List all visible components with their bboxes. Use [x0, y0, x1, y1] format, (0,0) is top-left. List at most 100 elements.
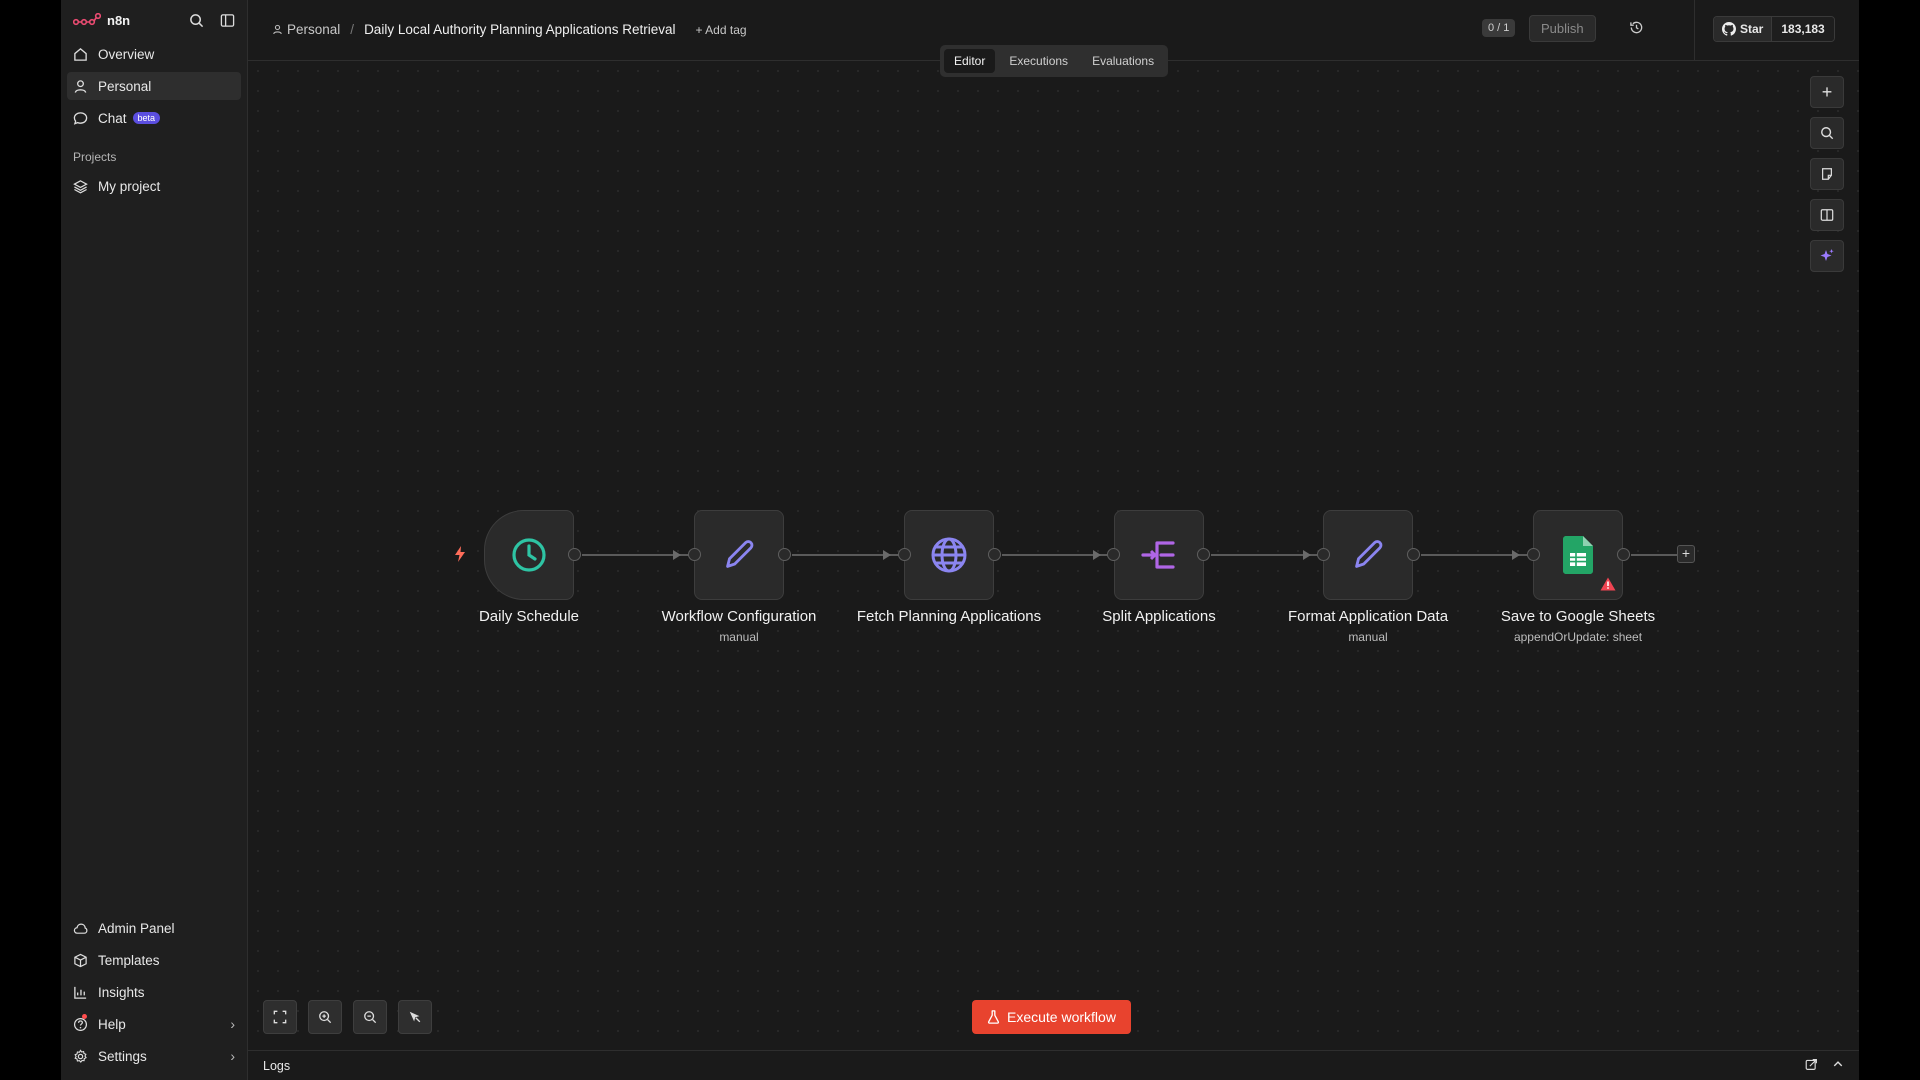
sidebar-item-help[interactable]: Help ›: [67, 1010, 241, 1038]
node-output-handle[interactable]: [568, 548, 581, 561]
sidebar-item-settings[interactable]: Settings ›: [67, 1042, 241, 1070]
sticky-note-button[interactable]: [1810, 158, 1844, 190]
node-daily-schedule[interactable]: [484, 510, 574, 600]
gear-icon: [74, 1048, 87, 1063]
node-label: Split Applications: [1102, 608, 1216, 625]
toggle-panel-button[interactable]: [1810, 199, 1844, 231]
breadcrumb-project[interactable]: Personal: [272, 22, 340, 37]
sidebar-item-label: My project: [98, 178, 161, 194]
github-star-button[interactable]: Star 183,183: [1713, 16, 1835, 42]
zoom-out-icon: [364, 1011, 377, 1024]
logs-panel-bar[interactable]: Logs: [248, 1050, 1859, 1080]
popout-icon[interactable]: [1805, 1058, 1818, 1074]
history-icon[interactable]: [1629, 20, 1644, 38]
sidebar-item-label: Admin Panel: [98, 920, 175, 936]
sidebar-bottom: Admin Panel Templates Insights Help › Se…: [61, 914, 247, 1074]
zoom-out-button[interactable]: [353, 1000, 387, 1034]
sidebar-item-chat[interactable]: Chat beta: [67, 104, 241, 132]
node-subtitle: manual: [1348, 630, 1388, 644]
user-icon: [74, 79, 87, 93]
chevron-up-icon[interactable]: [1832, 1058, 1844, 1073]
node-output-handle[interactable]: [988, 548, 1001, 561]
node-format-application-data[interactable]: [1323, 510, 1413, 600]
node-label: Workflow Configuration: [661, 608, 817, 625]
connection-arrow: [673, 550, 681, 560]
split-icon: [1141, 541, 1175, 569]
box-icon: [74, 953, 87, 967]
fit-view-button[interactable]: [263, 1000, 297, 1034]
plus-icon: +: [1821, 81, 1833, 102]
node-input-handle[interactable]: [1107, 548, 1120, 561]
home-icon: [74, 47, 87, 61]
node-input-handle[interactable]: [898, 548, 911, 561]
connection-end: [1631, 554, 1677, 556]
cloud-icon: [73, 922, 88, 934]
search-icon: [1821, 127, 1834, 140]
warning-icon[interactable]: [1600, 577, 1616, 591]
node-input-handle[interactable]: [1317, 548, 1330, 561]
sidebar-toggle-icon[interactable]: [220, 13, 235, 28]
n8n-logo-icon: [73, 13, 101, 26]
node-output-handle[interactable]: [1197, 548, 1210, 561]
cursor-icon: [409, 1011, 421, 1023]
node-fetch-planning-applications[interactable]: [904, 510, 994, 600]
connection-arrow: [1093, 550, 1101, 560]
pencil-icon: [1355, 540, 1383, 568]
add-node-button[interactable]: +: [1810, 76, 1844, 108]
node-save-to-google-sheets[interactable]: [1533, 510, 1623, 600]
logs-label: Logs: [263, 1058, 291, 1073]
zoom-in-icon: [319, 1011, 332, 1024]
sidebar: n8n Overview Personal Chat beta Projects…: [61, 0, 248, 1080]
sidebar-item-my-project[interactable]: My project: [67, 172, 241, 200]
sidebar-nav: Overview Personal Chat beta: [61, 40, 247, 132]
beta-badge: beta: [132, 112, 161, 124]
brand-name: n8n: [107, 12, 131, 28]
node-label: Daily Schedule: [478, 608, 580, 625]
node-input-handle[interactable]: [1527, 548, 1540, 561]
pencil-icon: [726, 540, 754, 568]
publish-button[interactable]: Publish: [1529, 15, 1596, 42]
node-output-handle[interactable]: [778, 548, 791, 561]
sidebar-item-personal[interactable]: Personal: [67, 72, 241, 100]
sidebar-item-templates[interactable]: Templates: [67, 946, 241, 974]
execute-workflow-label: Execute workflow: [1007, 1009, 1116, 1025]
node-output-handle[interactable]: [1407, 548, 1420, 561]
sidebar-item-admin-panel[interactable]: Admin Panel: [67, 914, 241, 942]
node-output-handle[interactable]: [1617, 548, 1630, 561]
tab-executions[interactable]: Executions: [999, 49, 1078, 73]
tidy-up-button[interactable]: [398, 1000, 432, 1034]
add-tag-button[interactable]: + Add tag: [696, 23, 747, 37]
sidebar-item-overview[interactable]: Overview: [67, 40, 241, 68]
tab-editor[interactable]: Editor: [944, 49, 996, 73]
user-icon: [273, 24, 282, 35]
search-icon[interactable]: [189, 13, 204, 28]
ai-assistant-button[interactable]: [1810, 240, 1844, 272]
sidebar-item-label: Insights: [98, 984, 145, 1000]
projects-nav: My project: [61, 172, 247, 200]
sparkle-icon: [1820, 249, 1834, 261]
sidebar-item-label: Settings: [98, 1048, 147, 1064]
layers-icon: [73, 179, 88, 193]
search-nodes-button[interactable]: [1810, 117, 1844, 149]
header-divider: [1694, 0, 1695, 61]
sidebar-item-insights[interactable]: Insights: [67, 978, 241, 1006]
view-tabs: Editor Executions Evaluations: [940, 45, 1169, 77]
sidebar-item-label: Overview: [98, 46, 155, 62]
panel-icon: [1820, 209, 1834, 221]
workflow-name[interactable]: Daily Local Authority Planning Applicati…: [364, 22, 675, 37]
zoom-in-button[interactable]: [308, 1000, 342, 1034]
chart-icon: [74, 986, 87, 999]
node-label: Format Application Data: [1287, 608, 1449, 625]
sidebar-item-label: Chat: [98, 110, 127, 126]
add-next-node-button[interactable]: +: [1677, 545, 1695, 563]
node-subtitle: appendOrUpdate: sheet: [1513, 630, 1643, 644]
logo[interactable]: n8n: [73, 13, 130, 28]
tab-evaluations[interactable]: Evaluations: [1082, 49, 1164, 73]
node-split-applications[interactable]: [1114, 510, 1204, 600]
node-input-handle[interactable]: [688, 548, 701, 561]
github-star: Star: [1714, 17, 1773, 41]
sidebar-header: n8n: [61, 0, 247, 40]
node-workflow-configuration[interactable]: [694, 510, 784, 600]
execute-workflow-button[interactable]: Execute workflow: [972, 1000, 1131, 1034]
app-frame: n8n Overview Personal Chat beta Projects…: [61, 0, 1859, 1080]
